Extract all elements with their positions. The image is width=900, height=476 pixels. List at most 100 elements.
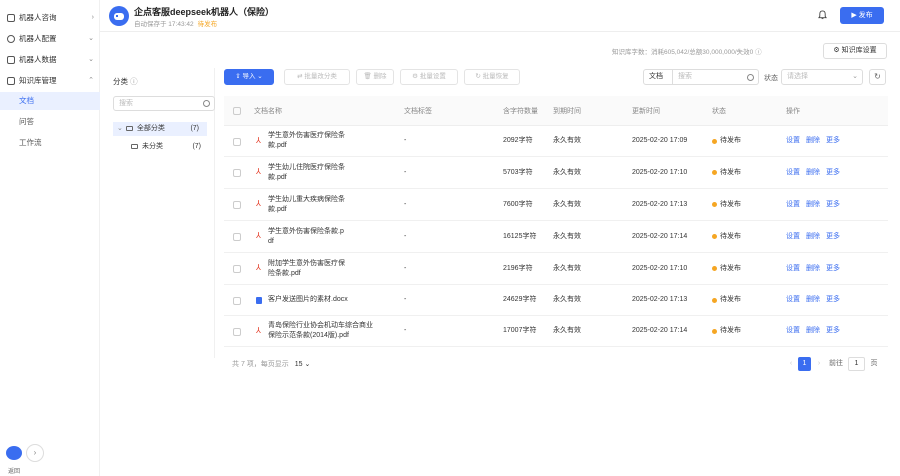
sidebar-item-bot-data[interactable]: 机器人数据 ⌄ [0, 51, 100, 69]
word-doc-icon [256, 296, 262, 304]
doc-name[interactable]: 学生意外伤害保险条款.p df [268, 221, 388, 252]
row-checkbox[interactable] [233, 327, 241, 336]
expire-time: 永久有效 [553, 232, 581, 240]
delete-link[interactable]: 删除 [806, 136, 820, 146]
delete-link[interactable]: 删除 [806, 264, 820, 274]
sidebar-sub-workflow[interactable]: 工作流 [0, 134, 100, 152]
category-search-input[interactable]: 搜索 [113, 96, 215, 111]
status-badge: 待发布 [712, 285, 741, 315]
table-row[interactable]: ⅄ 学生意外伤害医疗保险条 款.pdf - 2092字符 永久有效 2025-02-20 1… [224, 126, 888, 157]
more-link[interactable]: 更多 [826, 264, 840, 274]
sidebar-item-bot-config[interactable]: 机器人配置 ⌄ [0, 30, 100, 48]
table-row[interactable]: 客户发送图片的素材.docx - 24629字符 永久有效 2025-02-20 17:… [224, 285, 888, 316]
more-link[interactable]: 更多 [826, 136, 840, 146]
select-all-checkbox[interactable] [233, 107, 241, 115]
status-dot [712, 170, 717, 175]
doc-name[interactable]: 学生幼儿住院医疗保险条 款.pdf [268, 157, 388, 188]
table-row[interactable]: ⅄ 学生幼儿重大疾病保险条 款.pdf - 7600字符 永久有效 2025-02-20 1… [224, 189, 888, 221]
chat-icon [7, 14, 15, 22]
settings-link[interactable]: 设置 [786, 295, 800, 305]
settings-link[interactable]: 设置 [786, 326, 800, 336]
publish-button[interactable]: ▶ 发布 [840, 7, 884, 24]
page-size-select[interactable]: 15 ⌄ [295, 361, 311, 368]
goto-page-input[interactable]: 1 [848, 357, 865, 371]
sidebar-item-knowledge-base[interactable]: 知识库管理 ⌃ [0, 72, 100, 90]
prev-page-button[interactable]: ‹ [786, 357, 796, 371]
sidebar-item-bot-chat[interactable]: 机器人咨询 › [0, 9, 100, 27]
table-row[interactable]: ⅄ 青岛保险行业协会机动车综合商业 保险示范条款(2014版).pdf - 17007字… [224, 316, 888, 347]
doc-tag: - [404, 296, 407, 303]
back-link[interactable]: 返回 [8, 466, 20, 475]
settings-link[interactable]: 设置 [786, 168, 800, 178]
row-actions: 设置 删除 更多 [786, 221, 846, 252]
row-checkbox[interactable] [233, 169, 241, 177]
gear-icon [7, 35, 15, 43]
row-checkbox[interactable] [233, 201, 241, 209]
table-row[interactable]: ⅄ 附加学生意外伤害医疗保 险条款.pdf - 2196字符 永久有效 2025-02-20… [224, 253, 888, 285]
settings-link[interactable]: 设置 [786, 264, 800, 274]
pdf-icon: ⅄ [256, 231, 261, 240]
status-dot [712, 234, 717, 239]
bell-icon[interactable] [818, 10, 827, 20]
settings-link[interactable]: 设置 [786, 200, 800, 210]
expire-time: 永久有效 [553, 327, 581, 334]
batch-restore-button[interactable]: ↻ 批量恢复 [464, 69, 520, 85]
delete-button[interactable]: 🗑 删除 [356, 69, 394, 85]
category-panel: 分类 ⓘ 搜索 ⌄ 全部分类 (7) 未分类 (7) [107, 68, 215, 358]
filter-type-select[interactable]: 文档 [643, 69, 673, 85]
more-link[interactable]: 更多 [826, 200, 840, 210]
doc-name[interactable]: 青岛保险行业协会机动车综合商业 保险示范条款(2014版).pdf [268, 316, 388, 346]
header-status: 状态 [712, 107, 726, 115]
sidebar-sub-qa[interactable]: 问答 [0, 113, 100, 131]
settings-link[interactable]: 设置 [786, 136, 800, 146]
expire-time: 永久有效 [553, 137, 581, 144]
doc-name[interactable]: 学生意外伤害医疗保险条 款.pdf [268, 126, 388, 156]
header-actions: 操作 [786, 107, 800, 115]
category-node-all[interactable]: ⌄ 全部分类 (7) [113, 122, 207, 136]
row-checkbox[interactable] [233, 233, 241, 241]
delete-link[interactable]: 删除 [806, 168, 820, 178]
row-checkbox[interactable] [233, 296, 241, 305]
row-checkbox[interactable] [233, 137, 241, 146]
bot-avatar-icon [6, 446, 22, 460]
bot-title: 企点客服deepseek机器人（保险） [134, 7, 275, 17]
settings-link[interactable]: 设置 [786, 232, 800, 242]
more-link[interactable]: 更多 [826, 295, 840, 305]
delete-link[interactable]: 删除 [806, 295, 820, 305]
table-row[interactable]: ⅄ 学生幼儿住院医疗保险条 款.pdf - 5703字符 永久有效 2025-02-20 1… [224, 157, 888, 189]
status-badge: 待发布 [712, 189, 741, 220]
update-time: 2025-02-20 17:09 [632, 137, 688, 144]
doc-name[interactable]: 附加学生意外伤害医疗保 险条款.pdf [268, 253, 388, 284]
filter-search-input[interactable]: 搜索 [673, 69, 759, 85]
refresh-button[interactable]: ↻ [869, 69, 886, 85]
doc-tag: - [404, 327, 407, 334]
more-link[interactable]: 更多 [826, 232, 840, 242]
kb-settings-button[interactable]: ⚙ 知识库设置 [823, 43, 887, 59]
next-page-button[interactable]: › [814, 357, 824, 371]
batch-settings-button[interactable]: ⚙ 批量设置 [400, 69, 458, 85]
page-button-current[interactable]: 1 [798, 357, 811, 371]
category-node-uncategorized[interactable]: 未分类 (7) [131, 140, 207, 154]
row-checkbox[interactable] [233, 265, 241, 273]
delete-link[interactable]: 删除 [806, 232, 820, 242]
doc-tag: - [404, 168, 407, 176]
delete-link[interactable]: 删除 [806, 326, 820, 336]
more-link[interactable]: 更多 [826, 326, 840, 336]
expire-time: 永久有效 [553, 168, 581, 176]
pdf-icon: ⅄ [256, 325, 261, 335]
header-expire-time: 到期时间 [553, 107, 581, 115]
header-doc-name: 文档名称 [254, 107, 282, 115]
doc-name[interactable]: 客户发送图片的素材.docx [268, 285, 388, 315]
import-button[interactable]: ⇪ 导入 ⌄ [224, 69, 274, 85]
delete-link[interactable]: 删除 [806, 200, 820, 210]
table-row[interactable]: ⅄ 学生意外伤害保险条款.p df - 16125字符 永久有效 2025-02-20 17… [224, 221, 888, 253]
char-count: 2196字符 [503, 264, 533, 272]
batch-category-button[interactable]: ⇄ 批量改分类 [284, 69, 350, 85]
row-actions: 设置 删除 更多 [786, 126, 846, 156]
more-link[interactable]: 更多 [826, 168, 840, 178]
sidebar-sub-documents[interactable]: 文档 [0, 92, 100, 110]
status-filter-select[interactable]: 请选择 ⌄ [781, 69, 863, 85]
expand-sidebar-button[interactable]: › [26, 444, 44, 462]
char-count: 17007字符 [503, 327, 537, 334]
doc-name[interactable]: 学生幼儿重大疾病保险条 款.pdf [268, 189, 388, 220]
